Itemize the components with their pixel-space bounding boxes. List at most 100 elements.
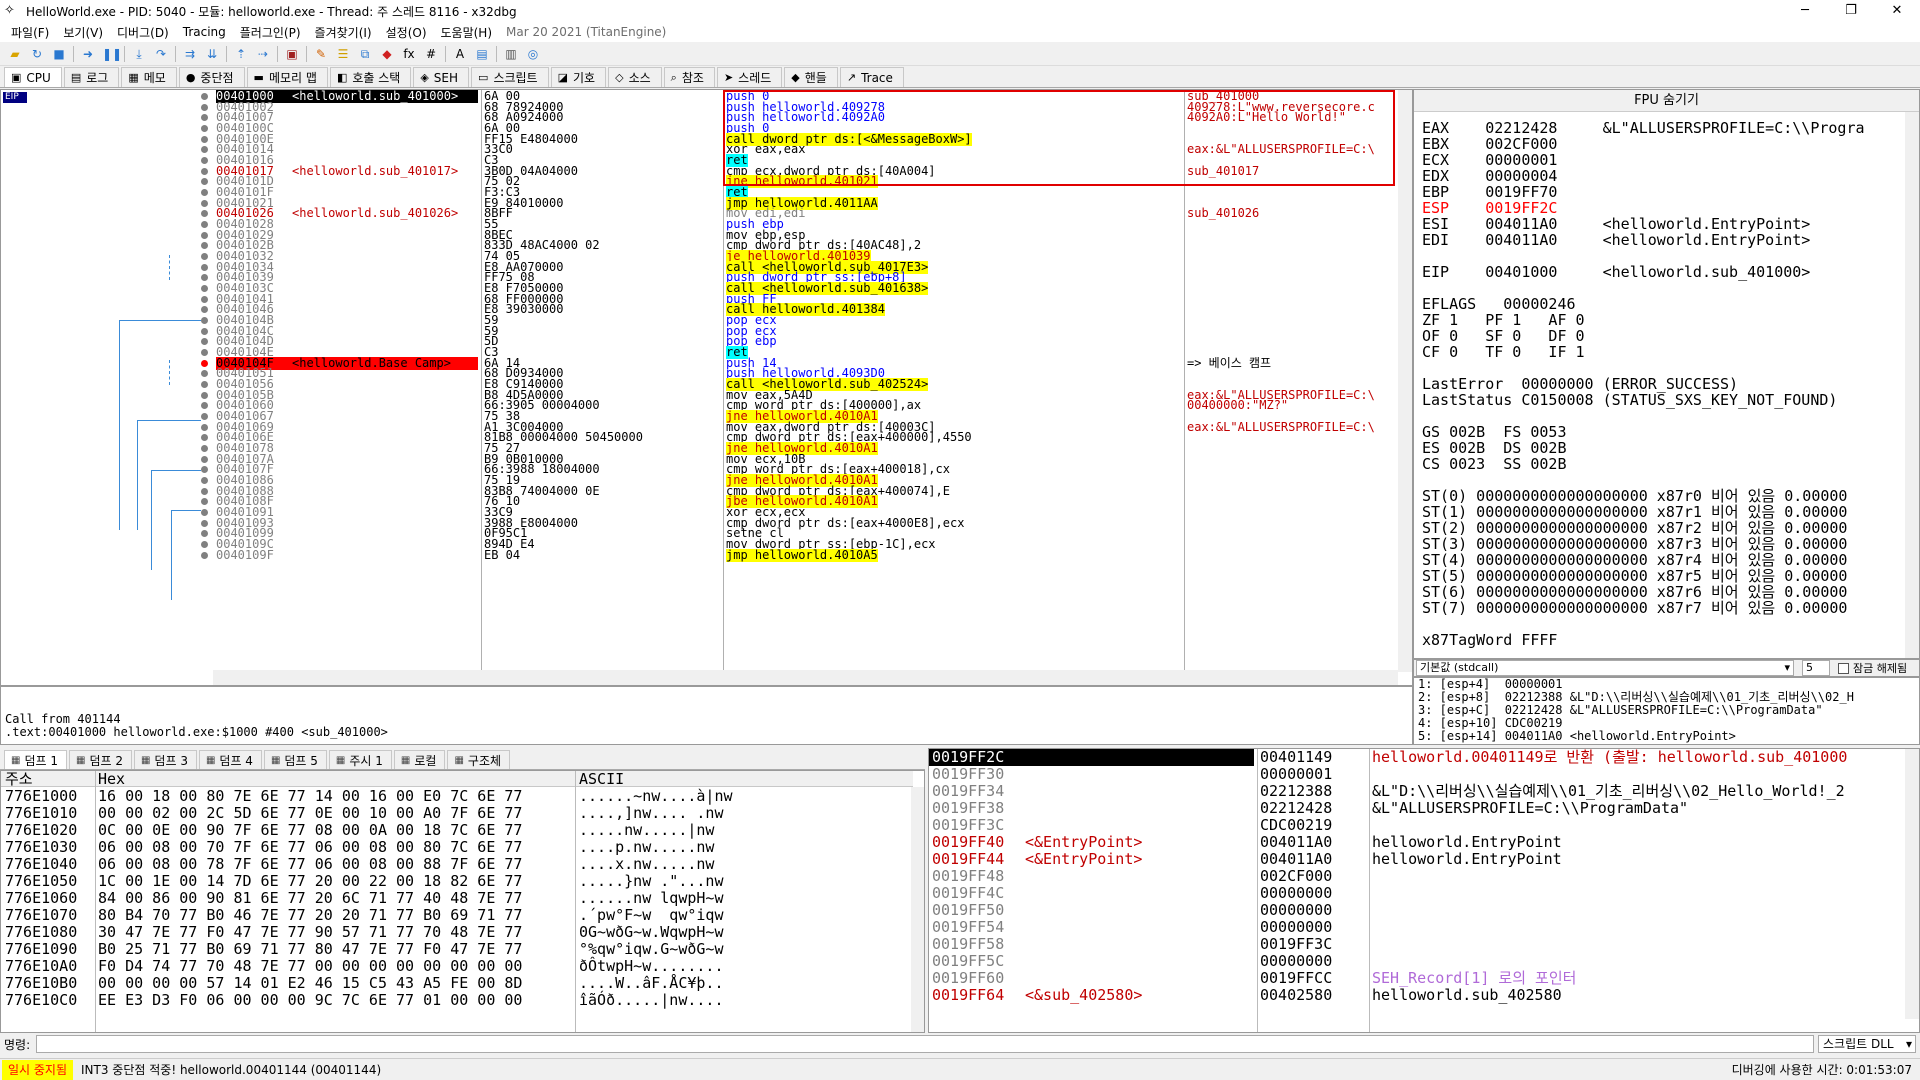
dump-row[interactable]: 776E10C0 EE E3 D3 F0 06 00 00 00 9C 7C 6E…: [1, 992, 911, 1009]
calling-convention-select[interactable]: 기본값 (stdcall) ▾: [1416, 660, 1794, 676]
breakpoint-dot[interactable]: [201, 391, 208, 399]
register-line[interactable]: GS 002B FS 0053: [1422, 424, 1567, 440]
register-line[interactable]: ST(0) 0000000000000000000 x87r0 비어 있음 0.…: [1422, 488, 1847, 504]
register-line[interactable]: ST(2) 0000000000000000000 x87r2 비어 있음 0.…: [1422, 520, 1847, 536]
register-line[interactable]: ST(1) 0000000000000000000 x87r1 비어 있음 0.…: [1422, 504, 1847, 520]
breakpoint-dot[interactable]: [201, 402, 208, 410]
breakpoint-dot[interactable]: [201, 221, 208, 229]
lock-checkbox[interactable]: [1838, 662, 1849, 674]
run-icon[interactable]: ➜: [80, 46, 96, 62]
register-line[interactable]: EBP 0019FF70: [1422, 184, 1557, 200]
breakpoint-dot[interactable]: [201, 210, 208, 218]
dump-row[interactable]: 776E1060 84 00 86 00 90 81 6E 77 20 6C 71…: [1, 890, 911, 907]
registers-pane[interactable]: FPU 숨기기 EAX 02212428 &L"ALLUSERSPROFILE=…: [1413, 89, 1920, 659]
dump-tab[interactable]: ▦ 구조체: [447, 750, 511, 769]
dump-tab[interactable]: ▦ 주시 1: [328, 750, 392, 769]
comment-icon[interactable]: ☰: [335, 46, 351, 62]
menu-item[interactable]: 설정(O): [379, 24, 434, 41]
breakpoint-dot[interactable]: [201, 477, 208, 485]
stack-row[interactable]: 0019FF44 <&EntryPoint> 004011A0 helloworld.…: [929, 851, 1904, 868]
minimize-button[interactable]: ─: [1782, 0, 1828, 22]
pause-icon[interactable]: ❚❚: [102, 46, 122, 62]
register-line[interactable]: LastStatus C0150008 (STATUS_SXS_KEY_NOT_…: [1422, 392, 1837, 408]
register-line[interactable]: LastError 00000000 (ERROR_SUCCESS): [1422, 376, 1738, 392]
trace-over-icon[interactable]: ⇊: [204, 46, 220, 62]
breakpoint-dot[interactable]: [201, 189, 208, 197]
breakpoint-dot[interactable]: [201, 199, 208, 207]
dump-tab[interactable]: ▦ 덤프 1: [4, 750, 67, 769]
stack-pane[interactable]: 0019FF2C 00401149 helloworld.00401149로 반환 …: [928, 748, 1920, 1033]
hash-icon[interactable]: #: [423, 46, 439, 62]
disassembly-row[interactable]: 0040109F EB 04 jmp helloworld.4010A5: [1, 548, 1391, 562]
breakpoint-dot[interactable]: [201, 466, 208, 474]
breakpoint-dot[interactable]: [201, 498, 208, 506]
font-icon[interactable]: A: [452, 46, 468, 62]
register-line[interactable]: EDX 00000004: [1422, 168, 1557, 184]
close-button[interactable]: ✕: [1874, 0, 1920, 22]
register-line[interactable]: EAX 02212428 &L"ALLUSERSPROFILE=C:\\Prog…: [1422, 120, 1865, 136]
breakpoint-dot[interactable]: [201, 317, 208, 325]
fpu-toggle-button[interactable]: FPU 숨기기: [1414, 90, 1919, 112]
tab-handles[interactable]: ◆ 핸들: [784, 67, 838, 87]
stack-row[interactable]: 0019FF54 00000000: [929, 919, 1904, 936]
register-line[interactable]: ST(5) 0000000000000000000 x87r5 비어 있음 0.…: [1422, 568, 1847, 584]
menu-item[interactable]: 즐겨찾기(I): [308, 24, 379, 41]
dump-tab[interactable]: ▦ 로컬: [393, 750, 446, 769]
breakpoint-dot[interactable]: [201, 509, 208, 517]
menu-item[interactable]: 플러그인(P): [233, 24, 308, 41]
dump-tab[interactable]: ▦ 덤프 3: [133, 750, 197, 769]
dump-tab[interactable]: ▦ 덤프 2: [68, 750, 132, 769]
maximize-button[interactable]: ❐: [1828, 0, 1874, 22]
breakpoint-dot[interactable]: [201, 519, 208, 527]
breakpoint-dot[interactable]: [201, 370, 208, 378]
breakpoint-dot[interactable]: [201, 359, 208, 367]
label-icon[interactable]: ⧉: [357, 46, 373, 62]
breakpoint-dot[interactable]: [201, 231, 208, 239]
command-input[interactable]: [36, 1035, 1814, 1053]
tab-notes[interactable]: ▦ 메모: [121, 67, 177, 87]
tab-seh[interactable]: ◈ SEH: [413, 67, 470, 87]
breakpoint-dot[interactable]: [201, 445, 208, 453]
register-line[interactable]: ST(4) 0000000000000000000 x87r4 비어 있음 0.…: [1422, 552, 1847, 568]
dump-tab[interactable]: ▦ 덤프 5: [263, 750, 327, 769]
register-line[interactable]: EIP 00401000 <helloworld.sub_401000>: [1422, 264, 1810, 280]
stack-row[interactable]: 0019FF60 0019FFCC SEH_Record[1] 로의 포인터: [929, 970, 1904, 987]
open-icon[interactable]: ▰: [7, 46, 23, 62]
restart-icon[interactable]: ↻: [29, 46, 45, 62]
dump-row[interactable]: 776E1040 06 00 08 00 78 7F 6E 77 06 00 08…: [1, 856, 911, 873]
dump-row[interactable]: 776E1000 16 00 18 00 80 7E 6E 77 14 00 16…: [1, 788, 911, 805]
breakpoint-dot[interactable]: [201, 541, 208, 549]
breakpoint-dot[interactable]: [201, 530, 208, 538]
dump-row[interactable]: 776E1050 1C 00 1E 00 14 7D 6E 77 20 00 22…: [1, 873, 911, 890]
register-line[interactable]: EDI 004011A0 <helloworld.EntryPoint>: [1422, 232, 1810, 248]
breakpoint-dot[interactable]: [201, 423, 208, 431]
breakpoint-dot[interactable]: [201, 263, 208, 271]
register-line[interactable]: ST(7) 0000000000000000000 x87r7 비어 있음 0.…: [1422, 600, 1847, 616]
tab-trace[interactable]: ↗ Trace: [839, 67, 904, 87]
calculator-icon[interactable]: ▤: [474, 46, 490, 62]
breakpoint-dot[interactable]: [201, 93, 208, 100]
tab-cpu[interactable]: ▣ CPU: [4, 67, 62, 87]
stack-row[interactable]: 0019FF48 002CF000: [929, 868, 1904, 885]
register-line[interactable]: ECX 00000001: [1422, 152, 1557, 168]
breakpoint-dot[interactable]: [201, 253, 208, 261]
breakpoint-dot[interactable]: [201, 295, 208, 303]
breakpoint-dot[interactable]: [201, 487, 208, 495]
script-dll-select[interactable]: 스크립트 DLL ▾: [1818, 1035, 1916, 1053]
dump-row[interactable]: 776E1020 0C 00 0E 00 90 7F 6E 77 08 00 0A…: [1, 822, 911, 839]
register-line[interactable]: ST(6) 0000000000000000000 x87r6 비어 있음 0.…: [1422, 584, 1847, 600]
menu-item[interactable]: 디버그(D): [110, 24, 176, 41]
breakpoint-dot[interactable]: [201, 306, 208, 314]
register-line[interactable]: CF 0 TF 0 IF 1: [1422, 344, 1585, 360]
register-line[interactable]: x87TagWord FFFF: [1422, 632, 1557, 648]
call-arg-line[interactable]: 5: [esp+14] 004011A0 <helloworld.EntryPo…: [1418, 730, 1915, 743]
breakpoint-dot[interactable]: [201, 327, 208, 335]
stack-row[interactable]: 0019FF30 00000001: [929, 766, 1904, 783]
register-line[interactable]: ST(3) 0000000000000000000 x87r3 비어 있음 0.…: [1422, 536, 1847, 552]
breakpoint-dot[interactable]: [201, 157, 208, 165]
breakpoint-dot[interactable]: [201, 434, 208, 442]
stack-scrollbar[interactable]: [1905, 749, 1919, 1019]
menu-item[interactable]: 도움말(H): [434, 24, 500, 41]
stack-row[interactable]: 0019FF58 0019FF3C: [929, 936, 1904, 953]
scylla-icon[interactable]: ▣: [284, 46, 300, 62]
